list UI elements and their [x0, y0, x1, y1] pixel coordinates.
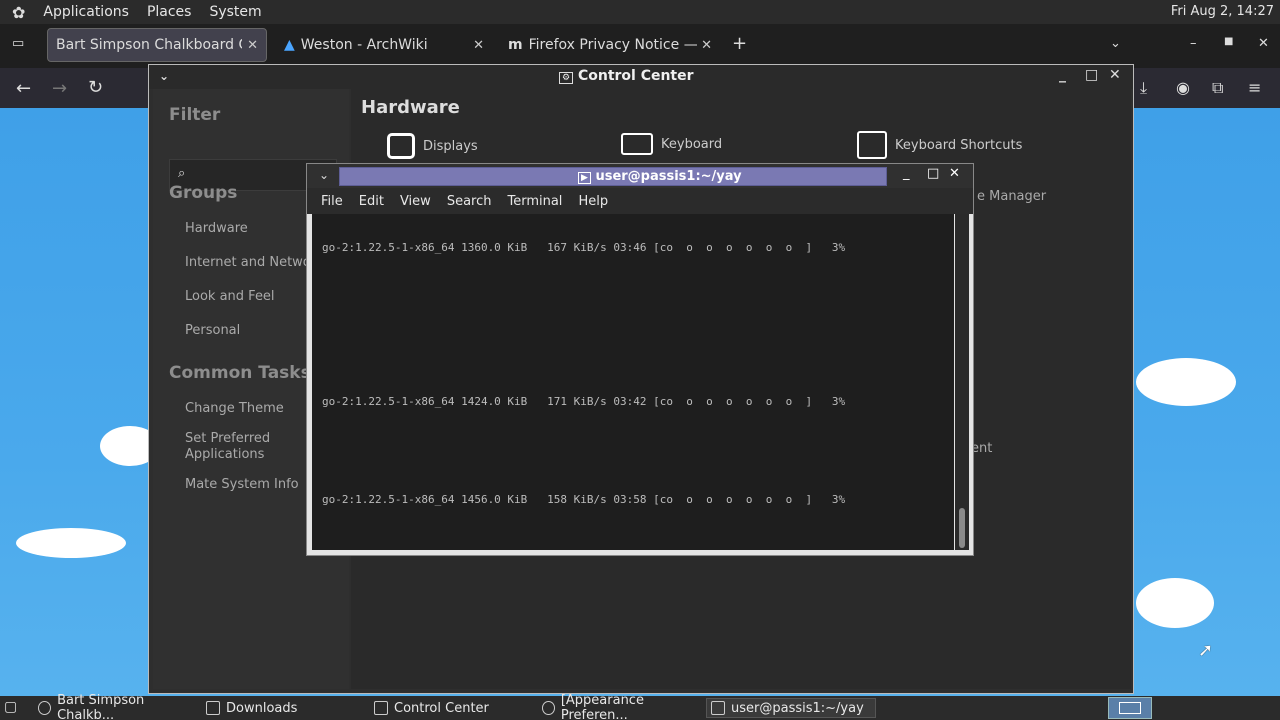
control-center-icon [374, 701, 388, 715]
task-control-center[interactable]: Control Center [370, 698, 530, 718]
tab-label: Bart Simpson Chalkboard Gene [56, 37, 242, 53]
window-title: ▶ user@passis1:~/yay [578, 169, 742, 184]
filter-heading: Filter [169, 105, 221, 125]
forward-icon[interactable]: → [52, 78, 67, 99]
close-icon[interactable]: ✕ [473, 38, 484, 53]
bottom-panel: ▢ Bart Simpson Chalkb... Downloads Contr… [0, 693, 1280, 720]
menu-help[interactable]: Help [570, 194, 616, 209]
browser-tab-weston[interactable]: ▲ Weston - ArchWiki ✕ [276, 28, 492, 62]
gnome-foot-icon[interactable]: ✿ [12, 3, 25, 22]
browser-tab-bart[interactable]: Bart Simpson Chalkboard Gene ✕ [47, 28, 267, 62]
system-menu[interactable]: System [209, 4, 261, 20]
terminal-line: go-2:1.22.5-1-x86_64 1424.0 KiB 171 KiB/… [322, 395, 846, 408]
search-icon: ⌕ [178, 166, 186, 181]
terminal-output[interactable]: go-2:1.22.5-1-x86_64 1360.0 KiB 167 KiB/… [312, 214, 954, 550]
terminal-menubar: File Edit View Search Terminal Help [307, 188, 973, 214]
group-internet-and-network[interactable]: Internet and Network [185, 255, 324, 271]
maximize-icon[interactable]: □ [927, 166, 939, 181]
browser-tab-strip: ▭ Bart Simpson Chalkboard Gene ✕ ▲ Westo… [0, 24, 1280, 68]
top-panel: ✿ Applications Places System Fri Aug 2, … [0, 0, 1280, 24]
reload-icon[interactable]: ↻ [88, 77, 103, 98]
title-bar-highlight: ▶ user@passis1:~/yay [339, 167, 887, 186]
control-center-icon: ⚙ [559, 72, 574, 84]
applications-menu[interactable]: Applications [43, 4, 129, 20]
new-tab-icon[interactable]: + [732, 33, 747, 54]
window-menu-icon[interactable]: ⌄ [159, 69, 169, 83]
appearance-icon [542, 701, 555, 715]
groups-heading: Groups [169, 183, 238, 203]
keyboard-shortcuts-icon [857, 131, 887, 159]
terminal-icon [711, 701, 725, 715]
task-bart-simpson[interactable]: Bart Simpson Chalkb... [34, 693, 198, 720]
menu-file[interactable]: File [307, 194, 351, 209]
partial-item-label[interactable]: e Manager [977, 189, 1046, 204]
section-title: Hardware [361, 97, 460, 118]
minimize-icon[interactable]: _ [903, 166, 910, 181]
show-desktop-icon[interactable]: ▢ [4, 699, 17, 715]
minimize-icon[interactable]: – [1190, 36, 1197, 51]
terminal-scrollbar[interactable] [955, 214, 969, 550]
minimize-icon[interactable]: _ [1059, 67, 1066, 83]
terminal-titlebar[interactable]: ⌄ ▶ user@passis1:~/yay _ □ ✕ [307, 164, 973, 188]
firefox-icon [38, 701, 52, 715]
task-change-theme[interactable]: Change Theme [185, 401, 284, 417]
account-icon[interactable]: ◉ [1176, 78, 1190, 97]
mouse-cursor-icon: ➚ [1198, 640, 1214, 661]
menu-terminal[interactable]: Terminal [499, 194, 570, 209]
displays-icon [387, 133, 415, 159]
group-hardware[interactable]: Hardware [185, 221, 248, 237]
partial-item-label[interactable]: ent [971, 441, 992, 456]
downloads-icon[interactable]: ⤓ [1140, 78, 1147, 98]
extensions-icon[interactable]: ⧉ [1212, 78, 1223, 98]
browser-tab-privacy[interactable]: m Firefox Privacy Notice — Mo ✕ [500, 28, 720, 62]
terminal-icon: ▶ [578, 172, 591, 184]
workspace-switcher[interactable] [1108, 697, 1152, 719]
menu-edit[interactable]: Edit [351, 194, 392, 209]
maximize-icon[interactable]: ■ [1224, 36, 1233, 47]
folder-icon [206, 701, 220, 715]
back-icon[interactable]: ← [16, 78, 31, 99]
terminal-line: go-2:1.22.5-1-x86_64 1360.0 KiB 167 KiB/… [322, 241, 846, 254]
task-appearance-preferences[interactable]: [Appearance Preferen... [538, 693, 704, 720]
task-set-preferred-applications[interactable]: Set Preferred Applications [185, 431, 285, 463]
item-displays[interactable]: Displays [387, 133, 478, 159]
menu-icon[interactable]: ≡ [1248, 78, 1261, 97]
menu-view[interactable]: View [392, 194, 439, 209]
arch-logo-icon: ▲ [284, 37, 295, 53]
scrollbar-thumb[interactable] [959, 508, 965, 548]
workspace-window-icon [1119, 702, 1141, 714]
task-downloads[interactable]: Downloads [202, 698, 364, 718]
menu-search[interactable]: Search [439, 194, 500, 209]
tab-list-chevron-icon[interactable]: ⌄ [1110, 36, 1121, 51]
terminal-line: go-2:1.22.5-1-x86_64 1456.0 KiB 158 KiB/… [322, 493, 846, 506]
item-keyboard-shortcuts[interactable]: Keyboard Shortcuts [857, 131, 1022, 159]
terminal-window: ⌄ ▶ user@passis1:~/yay _ □ ✕ File Edit V… [306, 163, 974, 556]
cloud [1136, 358, 1236, 406]
window-title: ⚙ Control Center [559, 68, 694, 84]
task-mate-system-info[interactable]: Mate System Info [185, 477, 299, 493]
group-personal[interactable]: Personal [185, 323, 240, 339]
tab-label: Weston - ArchWiki [300, 37, 428, 53]
tab-label: Firefox Privacy Notice — Mo [528, 37, 697, 53]
window-menu-icon[interactable]: ⌄ [319, 168, 329, 182]
tab-overview-icon[interactable]: ▭ [12, 36, 24, 51]
close-icon[interactable]: ✕ [247, 38, 258, 53]
maximize-icon[interactable]: □ [1085, 67, 1098, 83]
item-keyboard[interactable]: Keyboard [621, 133, 722, 155]
mozilla-logo-icon: m [508, 37, 523, 53]
task-terminal[interactable]: user@passis1:~/yay [706, 698, 876, 718]
close-icon[interactable]: ✕ [1109, 67, 1121, 83]
close-icon[interactable]: ✕ [1258, 36, 1269, 51]
group-look-and-feel[interactable]: Look and Feel [185, 289, 275, 305]
cloud [16, 528, 126, 558]
places-menu[interactable]: Places [147, 4, 192, 20]
clock[interactable]: Fri Aug 2, 14:27 [1171, 4, 1274, 19]
keyboard-icon [621, 133, 653, 155]
close-icon[interactable]: ✕ [701, 38, 712, 53]
cloud [1136, 578, 1214, 628]
common-tasks-heading: Common Tasks [169, 363, 311, 383]
control-center-titlebar[interactable]: ⌄ ⚙ Control Center _ □ ✕ [149, 65, 1133, 89]
close-icon[interactable]: ✕ [949, 166, 960, 181]
